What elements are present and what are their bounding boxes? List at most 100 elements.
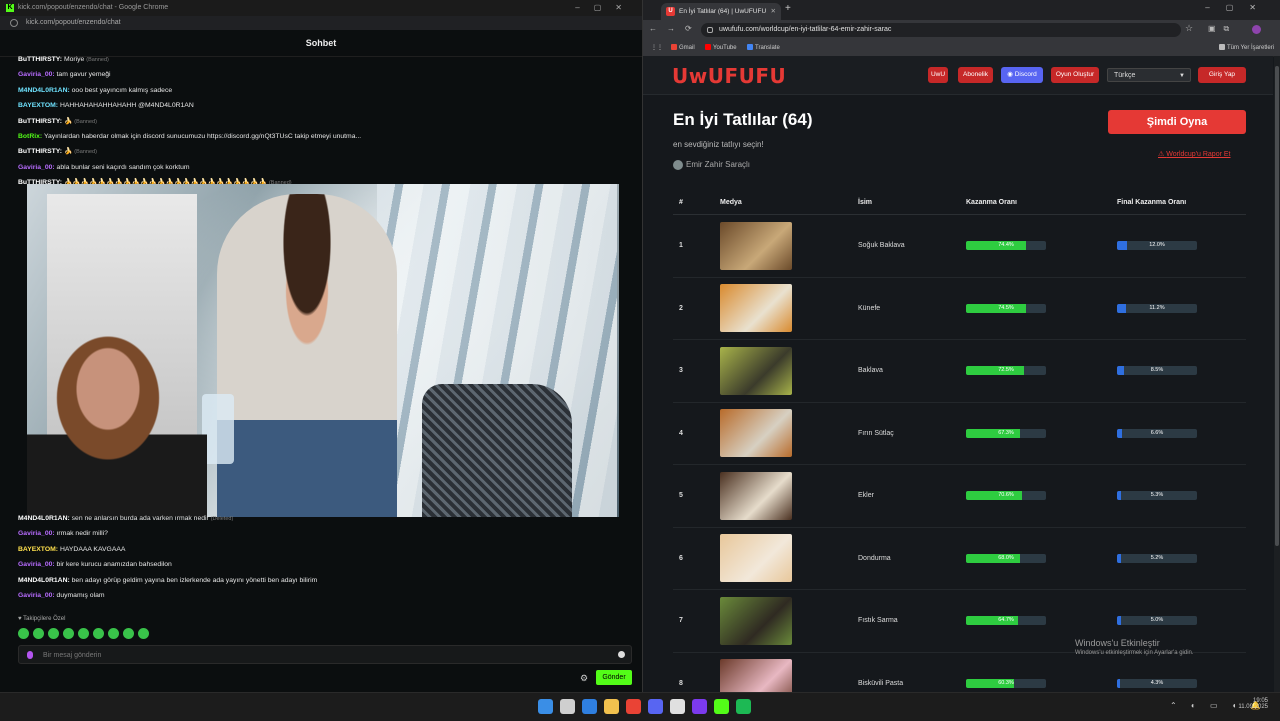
close-tab-icon[interactable]: ✕ (771, 3, 776, 20)
emote-icon[interactable] (48, 628, 59, 639)
taskbar-app-icon[interactable] (736, 699, 751, 714)
taskbar-app-icon[interactable] (626, 699, 641, 714)
window-controls[interactable]: –▢✕ (1205, 3, 1272, 12)
dessert-thumbnail[interactable] (720, 471, 792, 520)
taskbar-app-icon[interactable] (538, 699, 553, 714)
chat-message-input[interactable]: Bir mesaj gönderin (18, 645, 632, 664)
chat-text: ben adayı görüp geldim yayına ben izlerk… (71, 576, 318, 584)
col-rank: # (673, 190, 719, 215)
login-button[interactable]: Giriş Yap (1198, 67, 1246, 83)
dessert-thumbnail[interactable] (720, 346, 792, 395)
bookmark-translate[interactable]: Translate (747, 40, 780, 56)
chat-username[interactable]: Gaviria_00: (18, 164, 55, 171)
webcam-inset-figure (27, 334, 207, 517)
taskbar-app-icon[interactable] (648, 699, 663, 714)
chat-message-list[interactable]: BuTTHIRSTY: Moriye (Banned) Gaviria_00: t… (18, 52, 628, 191)
taskbar-app-icon[interactable] (604, 699, 619, 714)
chat-settings-gear-icon[interactable]: ⚙ (580, 673, 588, 684)
emote-icon[interactable] (138, 628, 149, 639)
dessert-thumbnail[interactable] (720, 596, 792, 645)
webcam-overlay-video[interactable] (27, 184, 619, 517)
emote-icon[interactable] (78, 628, 89, 639)
table-row[interactable]: 6 Dondurma 68.0% 5.2% (673, 527, 1246, 590)
microphone-icon[interactable] (27, 651, 33, 659)
send-button[interactable]: Gönder (596, 670, 632, 685)
emote-icon[interactable] (123, 628, 134, 639)
new-tab-plus-icon[interactable]: + (785, 3, 791, 14)
language-select[interactable]: Türkçe ▼ (1107, 68, 1191, 82)
chat-message: Gaviria_00: abla bunlar seni kaçırdı san… (18, 160, 628, 175)
chat-username[interactable]: M4ND4L0R1AN: (18, 515, 70, 522)
chat-username[interactable]: BuTTHIRSTY: (18, 56, 62, 63)
bookmark-star-icon[interactable]: ☆ (1185, 23, 1193, 34)
chat-message-list-bottom[interactable]: M4ND4L0R1AN: sen ne anlarsın burda ada v… (18, 511, 628, 603)
extensions-icon[interactable]: ▣⧉ (1208, 24, 1237, 34)
dessert-thumbnail[interactable] (720, 409, 792, 458)
play-now-button[interactable]: Şimdi Oyna (1108, 110, 1246, 134)
table-row[interactable]: 2 Künefe 74.5% 11.2% (673, 277, 1246, 340)
taskbar-app-icon[interactable] (670, 699, 685, 714)
dessert-thumbnail[interactable] (720, 659, 792, 692)
chat-username[interactable]: M4ND4L0R1AN: (18, 577, 70, 584)
nav-subscription-button[interactable]: Abonelik (958, 67, 993, 83)
chat-username[interactable]: BotRix: (18, 133, 42, 140)
chat-username[interactable]: M4ND4L0R1AN: (18, 87, 70, 94)
col-final-win-rate: Final Kazanma Oranı (1116, 190, 1246, 215)
dessert-thumbnail[interactable] (720, 284, 792, 333)
nav-create-game-button[interactable]: Oyun Oluştur (1051, 67, 1099, 83)
chat-username[interactable]: Gaviria_00: (18, 530, 55, 537)
emoji-picker-icon[interactable] (618, 651, 625, 658)
site-info-icon[interactable] (10, 19, 18, 27)
final-win-rate-bar: 12.0% (1117, 241, 1197, 251)
win-rate-bar: 74.4% (966, 241, 1046, 251)
chat-username[interactable]: BuTTHIRSTY: (18, 118, 62, 125)
lock-icon[interactable] (707, 27, 713, 33)
emote-icon[interactable] (33, 628, 44, 639)
taskbar-app-icon[interactable] (714, 699, 729, 714)
bookmark-gmail[interactable]: Gmail (671, 40, 695, 56)
chat-moderation-note: (Banned) (74, 118, 97, 125)
nav-buttons[interactable]: ←→⟳ (649, 24, 702, 33)
table-row[interactable]: 5 Ekler 70.6% 5.3% (673, 464, 1246, 528)
table-row[interactable]: 8 Bisküvili Pasta 60.3% 4.3% (673, 652, 1246, 692)
emote-icon[interactable] (108, 628, 119, 639)
taskbar-app-icon[interactable] (582, 699, 597, 714)
nav-uwu-button[interactable]: UwU (928, 67, 948, 83)
chat-username[interactable]: Gaviria_00: (18, 592, 55, 599)
profile-avatar[interactable] (1252, 25, 1261, 34)
chat-username[interactable]: Gaviria_00: (18, 561, 55, 568)
emote-row[interactable] (18, 628, 149, 639)
window-controls[interactable]: –▢✕ (575, 0, 636, 16)
all-bookmarks-folder[interactable]: Tüm Yer İşaretleri (1219, 40, 1274, 56)
table-row[interactable]: 1 Soğuk Baklava 74.4% 12.0% (673, 214, 1246, 278)
apps-grid-icon[interactable]: ⋮⋮ (651, 40, 663, 56)
table-row[interactable]: 3 Baklava 72.5% 8.5% (673, 339, 1246, 403)
clock[interactable]: 19:05 11.09.2025 (1238, 698, 1268, 710)
tab-uwufufu[interactable]: U En İyi Tatlılar (64) | UwUFUFU ✕ (661, 3, 781, 20)
emote-icon[interactable] (63, 628, 74, 639)
emote-icon[interactable] (18, 628, 29, 639)
report-worldcup-link[interactable]: ⚠ Worldcup'u Rapor Et (1158, 150, 1230, 158)
bookmark-youtube[interactable]: YouTube (705, 40, 737, 56)
taskbar-app-icon[interactable] (692, 699, 707, 714)
address-bar[interactable]: uwufufu.com/worldcup/en-iyi-tatlilar-64-… (701, 23, 1181, 37)
page-title: En İyi Tatlılar (64) (673, 110, 813, 129)
author[interactable]: Emir Zahir Saraçlı (673, 160, 750, 170)
table-row[interactable]: 4 Fırın Sütlaç 67.3% 6.6% (673, 402, 1246, 465)
chat-username[interactable]: Gaviria_00: (18, 71, 55, 78)
final-win-rate-bar: 5.0% (1117, 616, 1197, 626)
taskbar-app-icon[interactable] (560, 699, 575, 714)
chat-username[interactable]: BuTTHIRSTY: (18, 148, 62, 155)
chat-username[interactable]: BAYEXTOM: (18, 102, 58, 109)
dessert-thumbnail[interactable] (720, 221, 792, 270)
bookmarks-bar: ⋮⋮ Gmail YouTube Translate Tüm Yer İşare… (643, 40, 1280, 57)
taskbar-apps[interactable] (538, 699, 751, 714)
uwufufu-logo[interactable]: UwUFUFU (672, 64, 786, 88)
page-scrollbar[interactable] (1274, 56, 1280, 692)
chat-username[interactable]: BAYEXTOM: (18, 546, 58, 553)
nav-discord-button[interactable]: ◉ Discord (1001, 67, 1043, 83)
dessert-thumbnail[interactable] (720, 534, 792, 583)
win-rate-cell: 68.0% (965, 527, 1116, 590)
emote-icon[interactable] (93, 628, 104, 639)
scrollbar-thumb[interactable] (1275, 66, 1279, 546)
